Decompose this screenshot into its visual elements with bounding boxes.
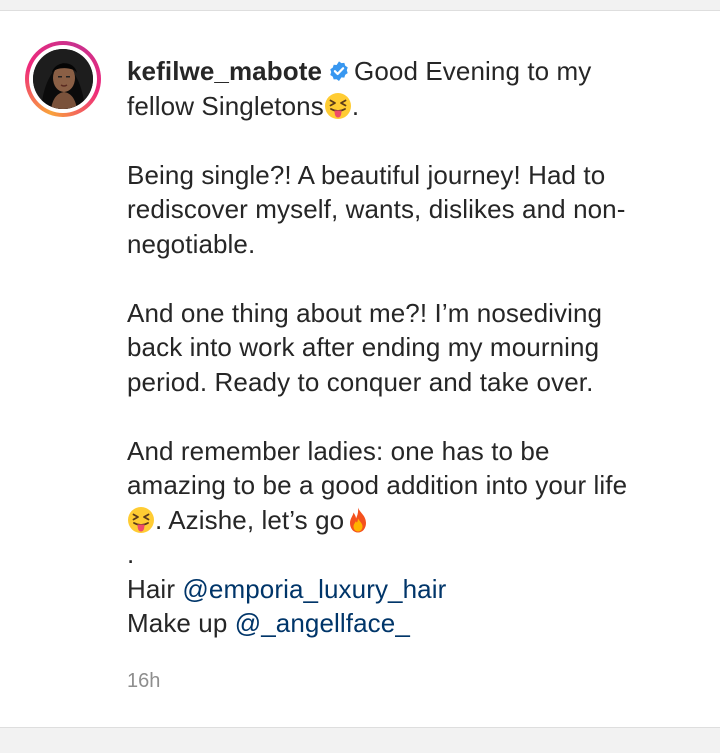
avatar-photo xyxy=(33,49,93,109)
caption-line-12: . xyxy=(127,539,135,569)
caption-text: . xyxy=(351,90,360,121)
caption-gap xyxy=(127,261,687,296)
mention-link-hair[interactable]: @emporia_luxury_hair xyxy=(182,574,446,604)
hair-label: Hair xyxy=(127,573,176,604)
squinting-face-with-tongue-icon xyxy=(128,506,154,533)
story-ring[interactable] xyxy=(25,41,101,117)
caption-line-11: . Azishe, let’s go xyxy=(127,503,687,538)
mention-link-makeup[interactable]: @_angellface_ xyxy=(235,608,410,638)
caption-text: Good Evening to my xyxy=(354,56,592,86)
makeup-label: Make up xyxy=(127,608,228,638)
post-timestamp[interactable]: 16h xyxy=(127,670,160,693)
post-caption: kefilwe_mabote Good Evening to my fellow … xyxy=(127,54,687,641)
caption-line-7: back into work after ending my mourning xyxy=(127,332,600,362)
caption-line-hair: Hair @emporia_luxury_hair xyxy=(127,572,687,607)
caption-line-5: negotiable. xyxy=(127,228,256,259)
caption-line-4: rediscover myself, wants, dislikes and n… xyxy=(127,194,626,224)
caption-line-3: Being single?! A beautiful journey! Had … xyxy=(127,159,606,190)
caption-line-9: And remember ladies: one has to be xyxy=(127,435,550,466)
squinting-face-with-tongue-icon xyxy=(324,92,351,119)
caption-gap xyxy=(127,399,687,434)
caption-line-2: fellow Singletons. xyxy=(127,89,687,124)
caption-gap xyxy=(127,123,687,158)
caption-line-8: period. Ready to conquer and take over. xyxy=(127,366,594,397)
caption-line-10: amazing to be a good addition into your … xyxy=(127,470,628,500)
caption-line-1: kefilwe_mabote Good Evening to my xyxy=(127,54,687,89)
caption-text: . Azishe, let’s go xyxy=(155,504,345,535)
username-link[interactable]: kefilwe_mabote xyxy=(127,56,322,86)
caption-text: fellow Singletons xyxy=(127,90,324,121)
avatar-gap xyxy=(29,45,97,113)
verified-badge-icon xyxy=(330,61,348,81)
fire-icon xyxy=(350,507,367,532)
top-divider xyxy=(0,0,720,11)
caption-line-makeup: Make up @_angellface_ xyxy=(127,606,687,641)
bottom-divider xyxy=(0,727,720,753)
caption-line-6: And one thing about me?! I’m nosediving xyxy=(127,297,603,328)
avatar[interactable] xyxy=(33,49,93,109)
